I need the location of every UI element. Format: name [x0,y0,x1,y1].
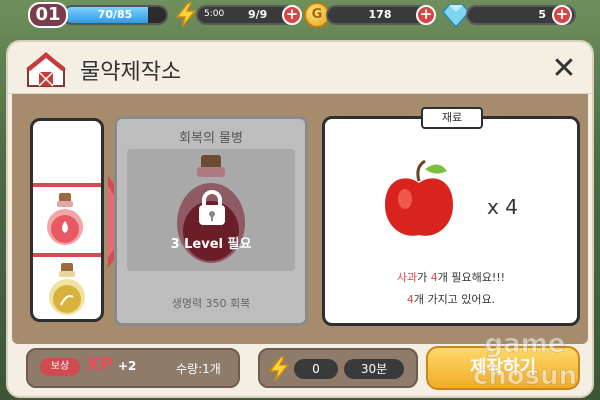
material-need-suffix: 개 필요해요!!! [437,271,506,284]
energy-cost: 0 [294,359,338,379]
modal-footer: 보상 XP +2 수량:1개 0 30분 제작하기 [12,344,588,396]
lock-icon [199,190,225,225]
time-cost: 30분 [344,359,404,379]
materials-tab: 재료 [421,107,483,129]
add-gems-button[interactable]: + [552,5,572,25]
material-message: 사과가 4개 필요해요!!! 4개 가지고 있어요. [325,267,577,311]
item-image-box: 3 Level 필요 [127,149,295,271]
material-need-count: 4 [430,271,438,284]
level-badge: 01 [28,2,68,28]
yellow-potion-icon [49,263,85,315]
quantity-label: 수량:1개 [176,362,221,376]
xp-icon: XP [86,354,114,375]
item-name: 회복의 물병 [179,131,243,146]
close-button[interactable]: ✕ [546,52,582,88]
item-effect-text: 생명력 350 회복 [171,297,251,310]
xp-reward-amount: +2 [118,359,137,373]
xp-progress-text: 70/85 [97,8,133,21]
recipe-slot-red-potion[interactable] [33,183,101,257]
recipe-list [30,118,104,322]
selected-item-panel: 회복의 물병 3 Level 필요 생명력 350 회복 [114,116,308,326]
barn-icon [26,52,66,87]
locked-overlay: 3 Level 필요 [127,149,295,271]
lightning-icon [175,2,197,28]
recipe-slot-yellow-potion[interactable] [33,257,101,319]
energy-count: 9/9 [248,8,268,21]
materials-panel: 재료 x 4 사과가 4개 필요해요!!! 4개 가지고 있어요. [322,107,580,326]
craft-button[interactable]: 제작하기 [426,346,580,390]
reward-badge: 보상 [40,358,80,376]
material-have-suffix: 개 가지고 있어요. [413,293,496,306]
material-name: 사과 [396,271,418,284]
red-potion-icon [47,193,83,245]
xp-progress-bar: 70/85 [62,5,168,25]
add-energy-button[interactable]: + [282,5,302,25]
modal-header: 물약제작소 ✕ [8,42,592,94]
add-coins-button[interactable]: + [416,5,436,25]
lightning-icon [268,356,290,382]
potion-crafting-modal: 물약제작소 ✕ 회복의 물병 3 Level 필요 생명력 350 회복 재료 … [6,40,594,398]
material-quantity: x 4 [487,195,518,219]
cost-box: 0 30분 [258,348,418,388]
material-have-line: 4개 가지고 있어요. [325,289,577,311]
top-hud: 70/85 01 5:00 9/9 + G 178 + 5 + [0,0,600,30]
recipe-slot-empty[interactable] [33,121,101,191]
lock-requirement-text: 3 Level 필요 [170,237,252,252]
energy-timer: 5:00 [204,9,225,19]
reward-box: 보상 XP +2 수량:1개 [26,348,240,388]
apple-icon [385,159,453,236]
material-need-line: 사과가 4개 필요해요!!! [325,267,577,289]
material-need-particle: 가 [417,271,431,284]
modal-title: 물약제작소 [80,60,182,85]
modal-body: 회복의 물병 3 Level 필요 생명력 350 회복 재료 x 4 사과가 … [12,94,588,344]
material-have-count: 4 [406,293,414,306]
